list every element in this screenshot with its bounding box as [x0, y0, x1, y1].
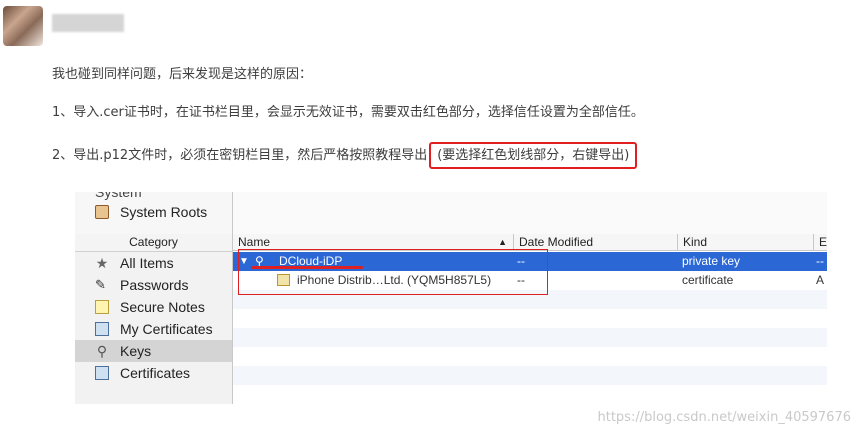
secure-notes-icon: [95, 300, 109, 314]
category-keys[interactable]: ⚲ Keys: [75, 340, 232, 362]
all-items-icon: ★: [95, 255, 109, 271]
keychain-main: Name ▲ Date Modified Kind E ▼ ⚲ DCloud-i…: [233, 192, 827, 404]
keychains-list: System System Roots: [75, 192, 232, 235]
category-certificates[interactable]: Certificates: [75, 362, 232, 384]
column-kind[interactable]: Kind: [677, 234, 813, 251]
detail-pane: [233, 192, 827, 235]
category-all-items[interactable]: ★ All Items: [75, 252, 232, 274]
row-extra: A: [816, 273, 825, 287]
empty-row: [233, 328, 827, 347]
post-point-2-text: 2、导出.p12文件时，必须在密钥栏目里，然后严格按照教程导出: [52, 148, 428, 163]
row-kind: certificate: [682, 273, 734, 287]
empty-row: [233, 366, 827, 385]
category-passwords[interactable]: ✎ Passwords: [75, 274, 232, 296]
passwords-icon: ✎: [95, 277, 106, 292]
post-intro: 我也碰到同样问题，后来发现是这样的原因：: [52, 67, 313, 82]
post-point-1: 1、导入.cer证书时，在证书栏目里，会显示无效证书，需要双击红色部分，选择信任…: [52, 105, 644, 120]
post-point-2: 2、导出.p12文件时，必须在密钥栏目里，然后严格按照教程导出 (要选择红色划线部…: [52, 142, 638, 169]
row-extra: --: [816, 254, 824, 268]
category-secure-notes[interactable]: Secure Notes: [75, 296, 232, 318]
category-label: All Items: [120, 255, 174, 271]
annotation-red-box: [238, 249, 548, 295]
row-kind: private key: [682, 254, 741, 268]
category-label: Secure Notes: [120, 299, 205, 315]
watermark: https://blog.csdn.net/weixin_40597676: [597, 410, 851, 425]
keychain-item-system-roots[interactable]: System Roots: [95, 204, 207, 220]
category-header: Category: [75, 234, 232, 252]
category-label: Certificates: [120, 365, 191, 381]
certificates-icon: [95, 366, 109, 380]
column-extra[interactable]: E: [813, 234, 827, 251]
system-roots-icon: [95, 205, 109, 219]
my-certificates-icon: [95, 322, 109, 336]
category-my-certificates[interactable]: My Certificates: [75, 318, 232, 340]
empty-row: [233, 309, 827, 328]
username[interactable]: username: [52, 14, 124, 32]
empty-row: [233, 347, 827, 366]
annotation-red-underline: [251, 266, 363, 269]
column-name-label: Name: [238, 235, 271, 249]
keychain-item-system[interactable]: System: [95, 192, 142, 200]
keychain-sidebar: System System Roots Category ★ All Items…: [75, 192, 233, 404]
post-point-2-highlight: (要选择红色划线部分，右键导出): [429, 142, 638, 169]
empty-row: [233, 385, 827, 404]
key-icon: ⚲: [96, 343, 108, 359]
avatar[interactable]: [3, 6, 43, 46]
category-label: Passwords: [120, 277, 189, 293]
category-label: Keys: [120, 343, 152, 359]
category-label: My Certificates: [120, 321, 213, 337]
system-roots-label: System Roots: [120, 204, 208, 220]
keychain-screenshot: System System Roots Category ★ All Items…: [75, 192, 827, 404]
